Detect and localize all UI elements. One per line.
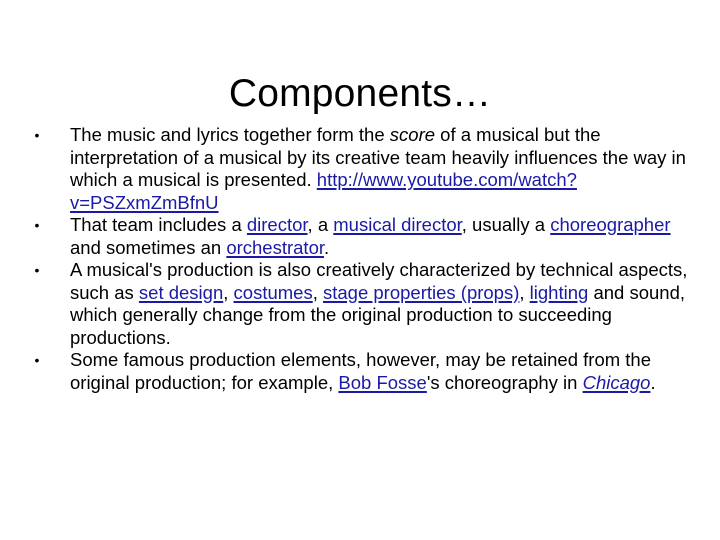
bullet-dot-icon: • — [34, 262, 40, 278]
bullet-item: • Some famous production elements, howev… — [28, 349, 688, 394]
link-set-design[interactable]: set design — [139, 282, 223, 303]
bullet-item: • The music and lyrics together form the… — [28, 124, 688, 214]
bullet-text: The music and lyrics together form the s… — [70, 124, 686, 213]
link-bob-fosse[interactable]: Bob Fosse — [338, 372, 426, 393]
emphasized-term-score: score — [389, 124, 436, 145]
bullet-text: Some famous production elements, however… — [70, 349, 656, 393]
text-segment: 's choreography in — [426, 371, 583, 393]
slide-title: Components… — [228, 72, 492, 116]
bullet-text: That team includes a director, a musical… — [70, 214, 671, 258]
bullet-list: • The music and lyrics together form the… — [28, 124, 688, 394]
text-segment: , — [519, 281, 530, 303]
link-musical-director[interactable]: musical director — [333, 214, 462, 235]
link-choreographer[interactable]: choreographer — [550, 214, 670, 235]
link-stage-properties[interactable]: stage properties (props) — [323, 282, 519, 303]
link-chicago[interactable]: Chicago — [583, 372, 651, 393]
bullet-dot-icon: • — [34, 217, 40, 233]
text-segment: and sometimes an — [70, 236, 227, 258]
link-director[interactable]: director — [247, 214, 308, 235]
text-segment: , — [312, 281, 323, 303]
text-segment: , a — [307, 214, 334, 235]
text-segment: . — [324, 236, 330, 258]
bullet-dot-icon: • — [34, 352, 40, 368]
text-segment: The music and lyrics together form the — [70, 124, 390, 145]
link-orchestrator[interactable]: orchestrator — [226, 237, 324, 258]
bullet-dot-icon: • — [34, 127, 40, 143]
text-segment: , — [223, 281, 234, 303]
bullet-item: • That team includes a director, a music… — [28, 214, 688, 259]
bullet-text: A musical's production is also creativel… — [70, 259, 687, 348]
link-costumes[interactable]: costumes — [234, 282, 313, 303]
link-lighting[interactable]: lighting — [530, 282, 589, 303]
text-segment: . — [650, 371, 656, 393]
text-segment: That team includes a — [70, 214, 247, 235]
text-segment: , usually a — [461, 214, 551, 235]
bullet-item: • A musical's production is also creativ… — [28, 259, 688, 349]
